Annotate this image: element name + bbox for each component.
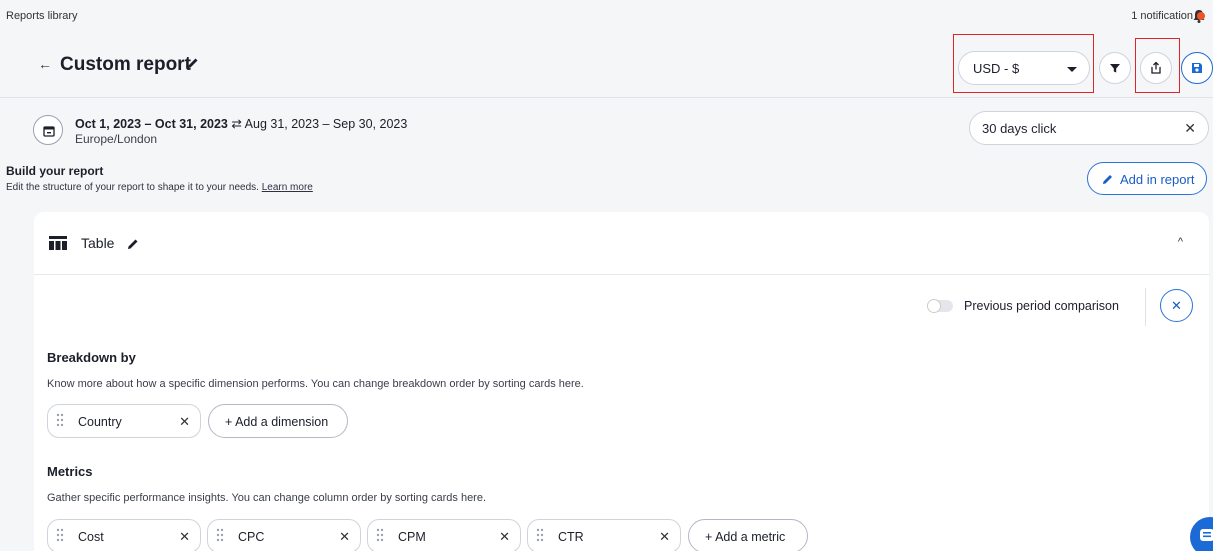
report-header: ← Custom report USD - $ xyxy=(0,34,1213,98)
toggle-knob xyxy=(927,299,941,313)
chevron-up-icon[interactable]: ^ xyxy=(1178,236,1183,248)
notification-count[interactable]: 1 notification xyxy=(1131,10,1193,22)
previous-period-toggle[interactable] xyxy=(927,299,953,313)
back-arrow-icon[interactable]: ← xyxy=(38,56,52,72)
page-title: Custom report xyxy=(60,54,191,75)
remove-icon[interactable]: ✕ xyxy=(499,529,510,545)
remove-icon[interactable]: ✕ xyxy=(179,529,190,545)
metric-chip-cpc[interactable]: CPC ✕ xyxy=(207,519,361,551)
drag-handle-icon xyxy=(216,528,224,542)
comparison-date-range: Aug 31, 2023 – Sep 30, 2023 xyxy=(244,117,408,131)
date-range[interactable]: Oct 1, 2023 – Oct 31, 2023 ⇄ Aug 31, 202… xyxy=(75,116,407,131)
timezone-label: Europe/London xyxy=(75,132,158,146)
add-in-report-label: Add in report xyxy=(1120,172,1195,187)
chat-icon xyxy=(1200,529,1213,541)
metric-label: CPC xyxy=(238,530,265,544)
remove-icon[interactable]: ✕ xyxy=(339,529,350,545)
build-report-description: Edit the structure of your report to sha… xyxy=(6,182,313,193)
breadcrumb-reports-library[interactable]: Reports library xyxy=(6,10,78,22)
pencil-icon xyxy=(1103,175,1112,184)
learn-more-link[interactable]: Learn more xyxy=(262,182,313,193)
add-in-report-button[interactable]: Add in report xyxy=(1087,162,1207,195)
filter-icon xyxy=(1110,64,1120,73)
clear-icon[interactable]: ✕ xyxy=(1184,120,1196,137)
filter-button[interactable] xyxy=(1099,52,1131,84)
breakdown-title: Breakdown by xyxy=(47,350,136,365)
dimension-chip-country[interactable]: Country ✕ xyxy=(47,404,201,438)
metric-chip-cost[interactable]: Cost ✕ xyxy=(47,519,201,551)
remove-icon[interactable]: ✕ xyxy=(659,529,670,545)
save-button[interactable] xyxy=(1181,52,1213,84)
drag-handle-icon xyxy=(536,528,544,542)
table-card: Table ^ Previous period comparison ✕ Bre… xyxy=(34,212,1209,551)
remove-icon[interactable]: ✕ xyxy=(179,414,190,430)
metric-label: Cost xyxy=(78,530,104,544)
highlight-box-export xyxy=(1135,38,1180,93)
save-icon xyxy=(1192,63,1202,73)
remove-table-button[interactable]: ✕ xyxy=(1160,289,1193,322)
drag-handle-icon xyxy=(376,528,384,542)
highlight-box-currency xyxy=(953,34,1094,93)
table-label: Table xyxy=(81,235,115,251)
metric-label: CPM xyxy=(398,530,426,544)
metrics-description: Gather specific performance insights. Yo… xyxy=(47,492,487,504)
table-icon xyxy=(49,236,67,255)
notification-dot xyxy=(1197,12,1205,20)
table-card-header[interactable]: Table ^ xyxy=(34,212,1209,275)
metrics-title: Metrics xyxy=(47,464,93,479)
top-bar: Reports library 1 notification xyxy=(0,0,1213,34)
divider xyxy=(1145,288,1146,326)
drag-handle-icon xyxy=(56,528,64,542)
calendar-icon xyxy=(43,126,55,137)
breakdown-description: Know more about how a specific dimension… xyxy=(47,378,584,390)
date-row: Oct 1, 2023 – Oct 31, 2023 ⇄ Aug 31, 202… xyxy=(0,98,1213,158)
metric-label: CTR xyxy=(558,530,584,544)
calendar-button[interactable] xyxy=(33,115,63,145)
dimension-label: Country xyxy=(78,415,122,429)
compare-arrows-icon: ⇄ xyxy=(231,117,242,131)
build-report-title: Build your report xyxy=(6,164,104,178)
drag-handle-icon xyxy=(56,413,64,427)
edit-title-icon[interactable] xyxy=(186,56,202,72)
attribution-value: 30 days click xyxy=(982,121,1057,136)
previous-period-label: Previous period comparison xyxy=(964,299,1119,313)
attribution-window-field[interactable]: 30 days click ✕ xyxy=(969,111,1209,145)
add-dimension-button[interactable]: + Add a dimension xyxy=(208,404,348,438)
edit-table-icon[interactable] xyxy=(126,237,140,256)
main-date-range: Oct 1, 2023 – Oct 31, 2023 xyxy=(75,117,228,131)
metric-chip-ctr[interactable]: CTR ✕ xyxy=(527,519,681,551)
build-desc-text: Edit the structure of your report to sha… xyxy=(6,182,259,193)
metric-chip-cpm[interactable]: CPM ✕ xyxy=(367,519,521,551)
add-metric-button[interactable]: + Add a metric xyxy=(688,519,808,551)
chat-launcher-button[interactable] xyxy=(1190,517,1213,551)
bell-icon[interactable] xyxy=(1191,8,1207,24)
